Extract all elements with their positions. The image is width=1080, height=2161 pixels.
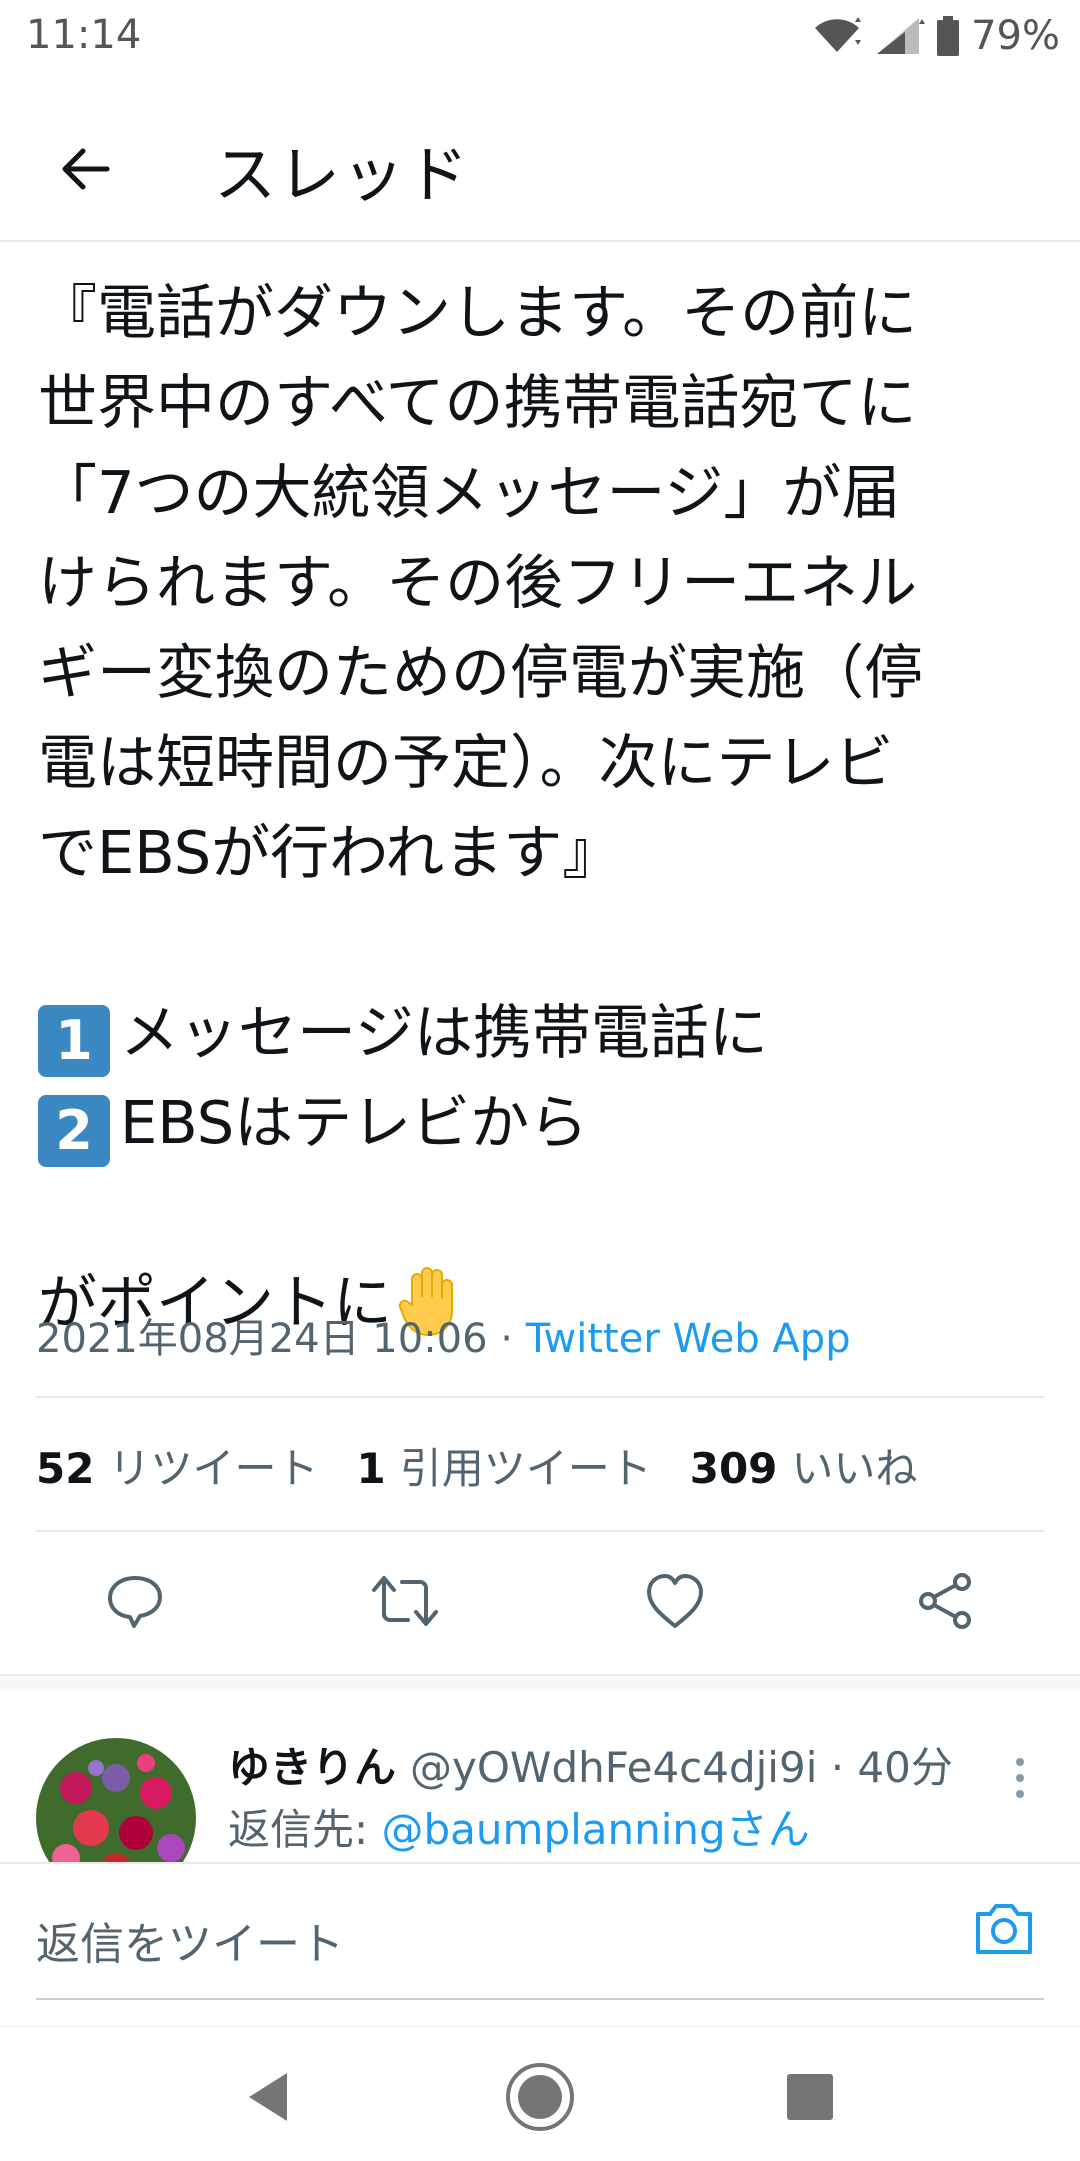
- tweet-point-1: 1 メッセージは携帯電話に: [38, 988, 1048, 1078]
- status-bar: 11:14 79%: [0, 0, 1080, 72]
- reply-to-prefix: 返信先:: [228, 1805, 382, 1854]
- battery-icon: [937, 16, 960, 56]
- retweets-label: リツイート: [108, 1443, 319, 1493]
- more-icon: [1016, 1790, 1024, 1798]
- section-divider: [0, 1674, 1080, 1690]
- point-2-text: EBSはテレビから: [120, 1088, 589, 1157]
- reply-to-mention[interactable]: @baumplanningさん: [382, 1805, 810, 1854]
- reply-input[interactable]: 返信をツイート: [36, 1908, 344, 1972]
- status-icons: 79%: [811, 10, 1060, 62]
- wifi-icon: [815, 17, 862, 52]
- page-title: スレッド: [214, 138, 471, 211]
- reply-author[interactable]: ゆきりん @yOWdhFe4c4dji9i · 40分: [228, 1734, 953, 1795]
- share-button[interactable]: [900, 1556, 990, 1646]
- battery-percentage: 79%: [971, 13, 1060, 59]
- like-button[interactable]: [630, 1556, 720, 1646]
- point-1-text: メッセージは携帯電話に: [120, 998, 768, 1067]
- tweet-source-link[interactable]: Twitter Web App: [526, 1316, 851, 1362]
- quotes-stat[interactable]: 1 引用ツイート: [356, 1435, 651, 1496]
- camera-button[interactable]: [972, 1898, 1042, 1968]
- more-icon: [1016, 1758, 1024, 1766]
- keycap-one-emoji: 1: [38, 1005, 110, 1077]
- quotes-count: 1: [356, 1443, 386, 1493]
- tweet-stats: 52 リツイート 1 引用ツイート 309 いいね: [36, 1430, 955, 1500]
- back-arrow-icon: [62, 148, 110, 190]
- nav-home-icon: [506, 2063, 574, 2131]
- compose-bar: 返信をツイート: [0, 1862, 1080, 2026]
- tweet-line: 「7つの大統領メッセージ」が届: [38, 458, 901, 527]
- tweet-line: 世界中のすべての携帯電話宛てに: [38, 368, 917, 437]
- more-icon: [1016, 1774, 1024, 1782]
- share-icon: [919, 1573, 971, 1629]
- reply-to-line: 返信先: @baumplanningさん: [228, 1796, 810, 1857]
- like-icon: [647, 1574, 703, 1628]
- signal-icon: [877, 18, 926, 54]
- tweet-timestamp: 2021年08月24日 10:06 ·: [36, 1316, 526, 1362]
- reply-author-handle: @yOWdhFe4c4dji9i · 40分: [410, 1743, 953, 1792]
- nav-recents-icon: [787, 2074, 833, 2120]
- nav-back-button[interactable]: [228, 2057, 308, 2137]
- tweet-line: ギー変換のための停電が実施（停: [38, 638, 924, 707]
- quotes-label: 引用ツイート: [399, 1443, 652, 1493]
- nav-recents-button[interactable]: [770, 2057, 850, 2137]
- divider: [36, 1530, 1044, 1532]
- system-nav-bar: [0, 2026, 1080, 2161]
- retweet-icon: [372, 1576, 438, 1626]
- retweets-count: 52: [36, 1443, 95, 1493]
- reply-author-name: ゆきりん: [228, 1743, 397, 1792]
- app-header: スレッド: [0, 72, 1080, 242]
- keycap-two-emoji: 2: [38, 1095, 110, 1167]
- input-underline: [36, 1998, 1044, 2000]
- divider: [36, 1396, 1044, 1398]
- retweets-stat[interactable]: 52 リツイート: [36, 1435, 318, 1496]
- reply-button[interactable]: [90, 1556, 180, 1646]
- likes-count: 309: [689, 1443, 778, 1493]
- tweet-line: 『電話がダウンします。その前に: [38, 278, 918, 347]
- tweet-text: 『電話がダウンします。その前に 世界中のすべての携帯電話宛てに 「7つの大統領メ…: [38, 268, 1048, 1362]
- nav-back-icon: [249, 2073, 287, 2121]
- tweet-line: 電は短時間の予定）。次にテレビ: [38, 728, 894, 797]
- tweet-meta: 2021年08月24日 10:06 · Twitter Web App: [36, 1306, 851, 1364]
- back-button[interactable]: [40, 124, 130, 214]
- tweet-line: でEBSが行われます』: [38, 818, 622, 887]
- likes-label: いいね: [791, 1443, 918, 1493]
- likes-stat[interactable]: 309 いいね: [690, 1435, 918, 1496]
- status-time: 11:14: [26, 12, 142, 58]
- tweet-line: けられます。その後フリーエネル: [38, 548, 918, 617]
- nav-home-button[interactable]: [500, 2057, 580, 2137]
- camera-icon: [976, 1904, 1032, 1954]
- retweet-button[interactable]: [360, 1556, 450, 1646]
- more-button[interactable]: [1000, 1738, 1040, 1818]
- tweet-actions: [0, 1556, 1080, 1646]
- reply-icon: [108, 1576, 162, 1628]
- tweet-point-2: 2 EBSはテレビから: [38, 1078, 1048, 1168]
